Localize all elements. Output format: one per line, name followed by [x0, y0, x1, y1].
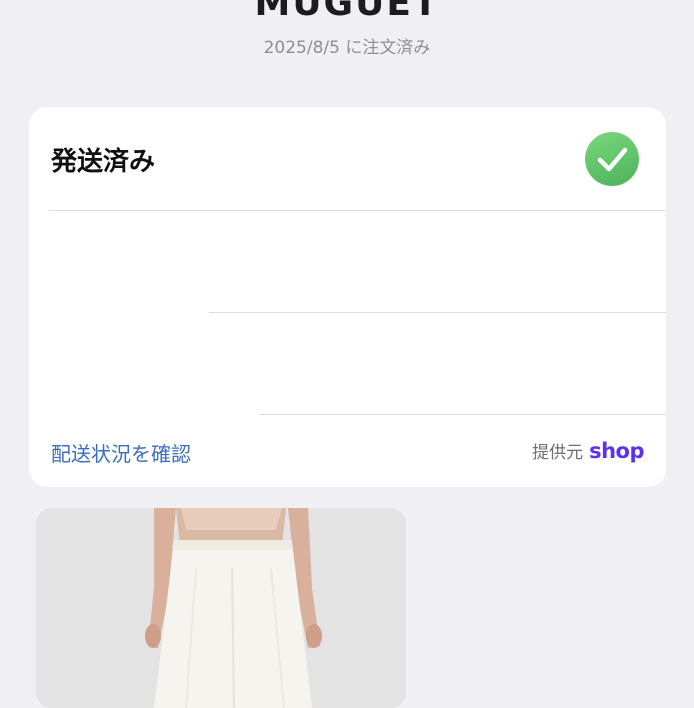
product-image[interactable] [36, 508, 406, 708]
divider [209, 312, 666, 313]
store-name: MUGUET [254, 0, 440, 24]
provider-attribution: 提供元 shop [532, 438, 644, 463]
shipment-status: 発送済み [51, 147, 156, 177]
divider [49, 210, 666, 211]
divider [259, 414, 666, 415]
provider-label: 提供元 [532, 443, 584, 463]
checkmark-circle-icon [585, 132, 639, 186]
shop-logo[interactable]: shop [589, 439, 644, 463]
order-date: 2025/8/5 に注文済み [263, 38, 431, 58]
product-photo [36, 508, 406, 708]
shipment-card: 発送済み 配送状況を確認 提供元 shop [29, 107, 666, 487]
track-shipment-link[interactable]: 配送状況を確認 [51, 438, 191, 467]
